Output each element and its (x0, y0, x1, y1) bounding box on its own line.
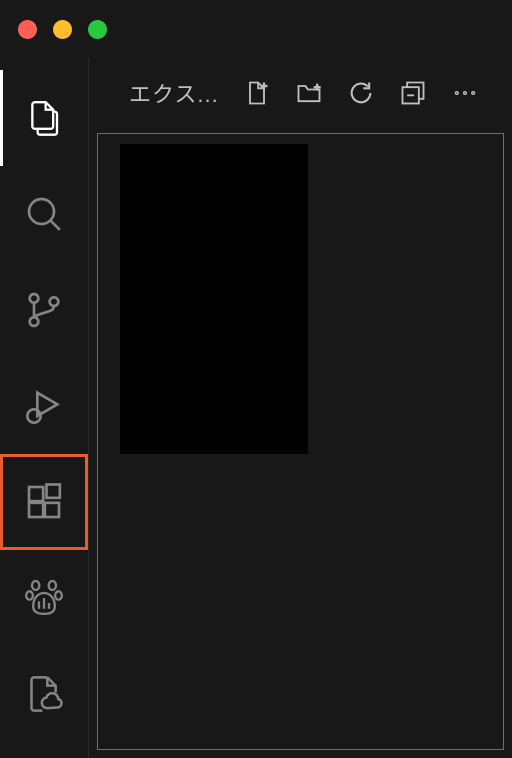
explorer-sidebar: エクス... (88, 58, 512, 758)
activity-search[interactable] (0, 166, 88, 262)
close-window-button[interactable] (18, 20, 37, 39)
ellipsis-icon (451, 79, 479, 107)
refresh-icon (347, 79, 375, 107)
activity-explorer[interactable] (0, 70, 88, 166)
new-folder-icon (295, 79, 323, 107)
collapse-icon (399, 79, 427, 107)
zoom-window-button[interactable] (88, 20, 107, 39)
sidebar-actions (243, 79, 479, 107)
activity-source-control[interactable] (0, 262, 88, 358)
app-body: エクス... (0, 58, 512, 758)
titlebar (0, 0, 512, 58)
minimize-window-button[interactable] (53, 20, 72, 39)
paw-chart-icon (24, 578, 64, 618)
refresh-button[interactable] (347, 79, 375, 107)
sidebar-title: エクス... (129, 77, 219, 109)
extensions-icon (24, 482, 64, 522)
new-file-button[interactable] (243, 79, 271, 107)
collapse-all-button[interactable] (399, 79, 427, 107)
activity-remote-explorer[interactable] (0, 646, 88, 742)
search-icon (24, 194, 64, 234)
new-folder-button[interactable] (295, 79, 323, 107)
explorer-tree[interactable] (97, 133, 504, 750)
file-cloud-icon (24, 674, 64, 714)
sidebar-header: エクス... (89, 58, 512, 128)
activity-run-debug[interactable] (0, 358, 88, 454)
branch-icon (24, 290, 64, 330)
files-icon (24, 98, 64, 138)
activity-extensions[interactable] (0, 454, 88, 550)
activity-baidu-stats[interactable] (0, 550, 88, 646)
more-actions-button[interactable] (451, 79, 479, 107)
redacted-content (120, 144, 308, 454)
debug-icon (24, 386, 64, 426)
new-file-icon (243, 79, 271, 107)
activity-bar (0, 58, 88, 758)
